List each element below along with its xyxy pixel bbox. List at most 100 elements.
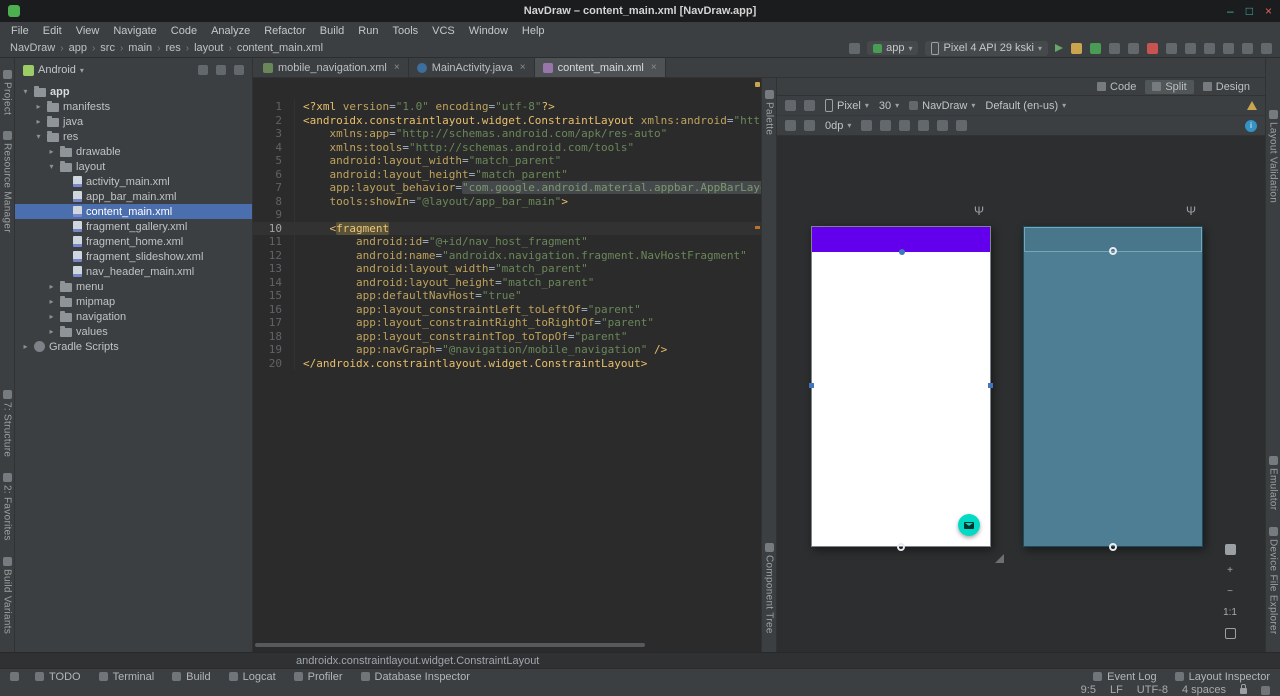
- code-line[interactable]: 1<?xml version="1.0" encoding="utf-8"?>: [253, 100, 761, 114]
- default-margins-selector[interactable]: 0dp ▾: [825, 120, 851, 132]
- resize-handle-left[interactable]: [809, 383, 814, 388]
- tree-item-mipmap[interactable]: ▸mipmap: [15, 294, 252, 309]
- close-tab-icon[interactable]: ×: [520, 62, 526, 73]
- expand-arrow-icon[interactable]: ▸: [47, 282, 56, 291]
- code-line[interactable]: 15 app:defaultNavHost="true": [253, 289, 761, 303]
- status-event-log[interactable]: Event Log: [1093, 671, 1157, 683]
- theme-selector[interactable]: NavDraw ▾: [909, 100, 975, 112]
- breadcrumb-navdraw[interactable]: NavDraw: [8, 42, 57, 54]
- preview-device-selector[interactable]: Pixel ▾: [825, 99, 869, 112]
- menu-edit[interactable]: Edit: [36, 25, 69, 37]
- breadcrumb-layout[interactable]: layout: [192, 42, 225, 54]
- breadcrumb-src[interactable]: src: [98, 42, 117, 54]
- code-line[interactable]: 18 app:layout_constraintTop_toTopOf="par…: [253, 330, 761, 344]
- breadcrumb-main[interactable]: main: [126, 42, 154, 54]
- tree-item-navigation[interactable]: ▸navigation: [15, 309, 252, 324]
- run-configuration-selector[interactable]: app ▾: [867, 41, 918, 55]
- menu-refactor[interactable]: Refactor: [257, 25, 313, 37]
- zoom-ratio-label[interactable]: 1:1: [1223, 607, 1237, 618]
- code-line[interactable]: 5 android:layout_width="match_parent": [253, 154, 761, 168]
- tab-mainactivity-java[interactable]: MainActivity.java×: [409, 58, 535, 77]
- menu-navigate[interactable]: Navigate: [106, 25, 163, 37]
- toolwindow-device-file-explorer[interactable]: Device File Explorer: [1268, 527, 1279, 634]
- breadcrumb-content-main-xml[interactable]: content_main.xml: [235, 42, 325, 54]
- maximize-button[interactable]: □: [1246, 5, 1253, 17]
- close-tab-icon[interactable]: ×: [394, 62, 400, 73]
- menu-vcs[interactable]: VCS: [425, 25, 462, 37]
- zoom-to-fit-icon[interactable]: [1225, 628, 1236, 639]
- code-line[interactable]: 11 android:id="@+id/nav_host_fragment": [253, 235, 761, 249]
- view-options-icon[interactable]: [785, 120, 796, 131]
- menu-tools[interactable]: Tools: [385, 25, 425, 37]
- status-caret-position[interactable]: 9:5: [1081, 684, 1096, 696]
- status-logcat[interactable]: Logcat: [229, 671, 276, 683]
- tree-item-fragment-slideshow-xml[interactable]: fragment_slideshow.xml: [15, 249, 252, 264]
- tab-content-main-xml[interactable]: content_main.xml×: [535, 58, 666, 77]
- build-hammer-icon[interactable]: [849, 43, 860, 54]
- settings-gear-icon[interactable]: [198, 65, 208, 75]
- mode-design[interactable]: Design: [1196, 80, 1257, 94]
- menu-help[interactable]: Help: [515, 25, 552, 37]
- attach-debugger-icon[interactable]: [1128, 43, 1139, 54]
- status-database-inspector[interactable]: Database Inspector: [361, 671, 470, 683]
- layout-inspector-icon[interactable]: [1223, 43, 1234, 54]
- locale-selector[interactable]: Default (en-us) ▾: [985, 100, 1066, 112]
- status-layout-inspector[interactable]: Layout Inspector: [1175, 671, 1270, 683]
- toolwindow-2-favorites[interactable]: 2: Favorites: [2, 473, 13, 541]
- menu-code[interactable]: Code: [164, 25, 204, 37]
- expand-arrow-icon[interactable]: ▸: [34, 102, 43, 111]
- tree-item-layout[interactable]: ▾layout: [15, 159, 252, 174]
- guidelines-icon[interactable]: [918, 120, 929, 131]
- code-line[interactable]: 16 app:layout_constraintLeft_toLeftOf="p…: [253, 303, 761, 317]
- constraint-handle-top[interactable]: [1109, 247, 1117, 255]
- code-line[interactable]: 6 android:layout_height="match_parent": [253, 168, 761, 182]
- breadcrumb-app[interactable]: app: [67, 42, 89, 54]
- tree-item-menu[interactable]: ▸menu: [15, 279, 252, 294]
- tree-item-app-bar-main-xml[interactable]: app_bar_main.xml: [15, 189, 252, 204]
- paint-icon[interactable]: [804, 120, 815, 131]
- clear-constraints-icon[interactable]: [880, 120, 891, 131]
- expand-arrow-icon[interactable]: ▸: [47, 312, 56, 321]
- target-device-selector[interactable]: Pixel 4 API 29 kski ▾: [925, 41, 1048, 56]
- code-line[interactable]: 3 xmlns:app="http://schemas.android.com/…: [253, 127, 761, 141]
- code-line[interactable]: 8 tools:showIn="@layout/app_bar_main">: [253, 195, 761, 209]
- tree-item-gradle-scripts[interactable]: ▸Gradle Scripts: [15, 339, 252, 354]
- tree-item-fragment-gallery-xml[interactable]: fragment_gallery.xml: [15, 219, 252, 234]
- toolwindow-resource-manager[interactable]: Resource Manager: [2, 131, 13, 233]
- magnet-icon[interactable]: [861, 120, 872, 131]
- project-view-selector[interactable]: Android ▾: [23, 64, 84, 76]
- menu-build[interactable]: Build: [313, 25, 351, 37]
- expand-arrow-icon[interactable]: ▾: [47, 162, 56, 171]
- menu-window[interactable]: Window: [462, 25, 515, 37]
- component-breadcrumb-label[interactable]: androidx.constraintlayout.widget.Constra…: [296, 655, 539, 667]
- design-preview[interactable]: [811, 226, 991, 547]
- toolwindow-build-variants[interactable]: Build Variants: [2, 557, 13, 634]
- design-canvas[interactable]: Ψ Ψ: [777, 136, 1265, 652]
- code-line[interactable]: 20</androidx.constraintlayout.widget.Con…: [253, 357, 761, 371]
- inspection-indicator-icon[interactable]: [755, 82, 760, 87]
- tree-item-app[interactable]: ▾app: [15, 84, 252, 99]
- expand-arrow-icon[interactable]: ▾: [21, 87, 30, 96]
- sync-project-icon[interactable]: [1185, 43, 1196, 54]
- design-surface-icon[interactable]: [785, 100, 796, 111]
- constraint-handle-bottom[interactable]: [897, 543, 905, 551]
- indicator-icon[interactable]: [1261, 686, 1270, 695]
- toolwindow-palette[interactable]: Palette: [764, 90, 775, 135]
- status-terminal[interactable]: Terminal: [99, 671, 155, 683]
- toolwindow-layout-validation[interactable]: Layout Validation: [1268, 110, 1279, 203]
- info-icon[interactable]: i: [1245, 120, 1257, 132]
- code-line[interactable]: 2<androidx.constraintlayout.widget.Const…: [253, 114, 761, 128]
- tab-mobile-navigation-xml[interactable]: mobile_navigation.xml×: [255, 58, 409, 77]
- close-button[interactable]: ×: [1265, 5, 1272, 17]
- mode-split[interactable]: Split: [1145, 80, 1193, 94]
- tree-item-res[interactable]: ▾res: [15, 129, 252, 144]
- debug-icon[interactable]: [1090, 43, 1101, 54]
- tree-item-fragment-home-xml[interactable]: fragment_home.xml: [15, 234, 252, 249]
- settings-icon[interactable]: [1261, 43, 1272, 54]
- device-manager-icon[interactable]: [1166, 43, 1177, 54]
- tree-item-drawable[interactable]: ▸drawable: [15, 144, 252, 159]
- pan-icon[interactable]: [1225, 544, 1236, 555]
- status-line-separator[interactable]: LF: [1110, 684, 1123, 696]
- resize-handle-right[interactable]: [988, 383, 993, 388]
- pack-icon[interactable]: [937, 120, 948, 131]
